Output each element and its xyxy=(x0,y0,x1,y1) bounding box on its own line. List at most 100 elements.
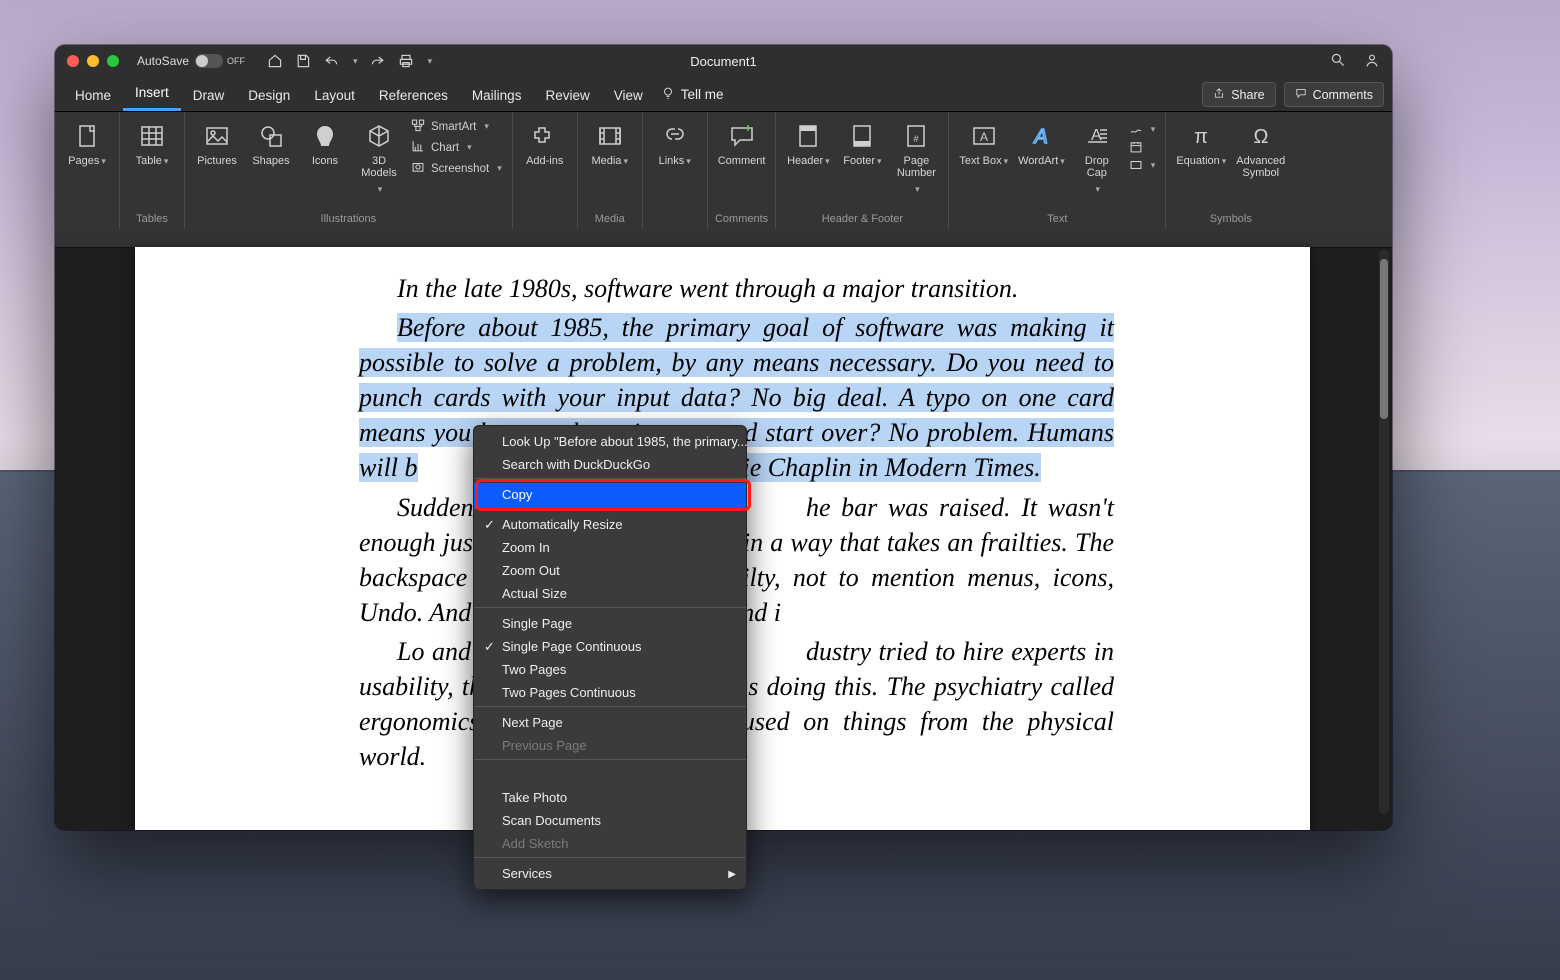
header-button[interactable]: Header▾ xyxy=(786,118,830,167)
menu-add-sketch: Add Sketch xyxy=(474,832,746,858)
menu-zoom-in[interactable]: Zoom In xyxy=(474,536,746,559)
undo-dropdown[interactable]: ▾ xyxy=(353,56,358,67)
tab-home[interactable]: Home xyxy=(63,82,123,111)
pictures-button[interactable]: Pictures xyxy=(195,118,239,167)
menu-single-page[interactable]: Single Page xyxy=(474,612,746,635)
menu-zoom-out[interactable]: Zoom Out xyxy=(474,559,746,582)
menu-scan-documents[interactable]: Scan Documents xyxy=(474,809,746,832)
tell-me-label: Tell me xyxy=(681,87,724,102)
advsymbol-button[interactable]: Ω Advanced Symbol xyxy=(1236,118,1285,179)
menu-single-page-continuous[interactable]: Single Page Continuous xyxy=(474,635,746,658)
smartart-button[interactable]: SmartArt▾ xyxy=(411,118,502,135)
group-tables: Table▾ Tables xyxy=(120,112,185,230)
svg-text:π: π xyxy=(1194,126,1208,148)
tab-view[interactable]: View xyxy=(602,82,655,111)
close-window-button[interactable] xyxy=(67,55,79,67)
menu-search-ddg[interactable]: Search with DuckDuckGo xyxy=(474,453,746,479)
menu-copy[interactable]: Copy xyxy=(474,483,746,509)
menu-device-header xyxy=(474,764,746,786)
pagenumber-icon: # xyxy=(902,122,930,150)
horizontal-ruler[interactable] xyxy=(55,229,1392,248)
ribbon-insert: Pages▾ Table▾ Tables Pictures xyxy=(55,112,1392,230)
tab-insert[interactable]: Insert xyxy=(123,79,181,111)
textbox-label: Text Box xyxy=(959,155,1001,167)
object-button[interactable]: ▾ xyxy=(1129,158,1156,172)
menu-take-photo[interactable]: Take Photo xyxy=(474,786,746,809)
redo-icon[interactable] xyxy=(370,53,386,69)
group-text-label: Text xyxy=(949,213,1165,228)
tell-me[interactable]: Tell me xyxy=(661,86,724,111)
tab-draw[interactable]: Draw xyxy=(181,82,237,111)
menu-previous-page: Previous Page xyxy=(474,734,746,760)
vertical-scrollbar[interactable] xyxy=(1379,249,1389,814)
tab-review[interactable]: Review xyxy=(533,82,601,111)
shapes-button[interactable]: Shapes xyxy=(249,118,293,167)
share-button[interactable]: Share xyxy=(1202,82,1275,107)
footer-button[interactable]: Footer▾ xyxy=(840,118,884,167)
screenshot-button[interactable]: Screenshot▾ xyxy=(411,160,502,177)
equation-button[interactable]: π Equation▾ xyxy=(1176,118,1226,167)
chart-label: Chart xyxy=(431,142,459,154)
comment-icon xyxy=(1295,87,1307,102)
autosave-control[interactable]: AutoSave OFF xyxy=(137,54,245,68)
comments-button[interactable]: Comments xyxy=(1284,82,1384,107)
icons-label: Icons xyxy=(312,155,338,167)
media-icon xyxy=(596,122,624,150)
save-icon[interactable] xyxy=(295,53,311,69)
icons-icon xyxy=(311,122,339,150)
wordart-button[interactable]: A WordArt▾ xyxy=(1018,118,1065,167)
group-illustrations-label: Illustrations xyxy=(185,213,512,228)
minimize-window-button[interactable] xyxy=(87,55,99,67)
tab-references[interactable]: References xyxy=(367,82,460,111)
icons-button[interactable]: Icons xyxy=(303,118,347,167)
menu-auto-resize[interactable]: Automatically Resize xyxy=(474,513,746,536)
zoom-window-button[interactable] xyxy=(107,55,119,67)
date-time-button[interactable] xyxy=(1129,140,1156,154)
print-icon[interactable] xyxy=(398,53,414,69)
tab-mailings[interactable]: Mailings xyxy=(460,82,534,111)
group-media: Media▾ Media xyxy=(578,112,643,230)
table-button[interactable]: Table▾ xyxy=(130,118,174,167)
signature-line-button[interactable]: ▾ xyxy=(1129,122,1156,136)
new-comment-icon xyxy=(728,122,756,150)
text-small: ▾ ▾ xyxy=(1129,122,1156,172)
media-button[interactable]: Media▾ xyxy=(588,118,632,167)
window-controls xyxy=(67,55,119,67)
addins-icon xyxy=(531,122,559,150)
links-button[interactable]: Links▾ xyxy=(653,118,697,167)
pages-label: Pages xyxy=(68,155,99,167)
undo-icon[interactable] xyxy=(323,53,339,69)
qat-customize[interactable]: ▾ xyxy=(428,56,433,67)
chart-button[interactable]: Chart▾ xyxy=(411,139,502,156)
pictures-icon xyxy=(203,122,231,150)
menu-lookup[interactable]: Look Up "Before about 1985, the primary.… xyxy=(474,430,746,453)
scrollbar-thumb[interactable] xyxy=(1380,259,1388,419)
textbox-button[interactable]: A Text Box▾ xyxy=(959,118,1008,167)
autosave-toggle[interactable] xyxy=(195,54,223,68)
menu-actual-size[interactable]: Actual Size xyxy=(474,582,746,608)
menu-next-page[interactable]: Next Page xyxy=(474,711,746,734)
tab-design[interactable]: Design xyxy=(236,82,302,111)
group-comments: Comment Comments xyxy=(708,112,777,230)
dropcap-icon: A xyxy=(1083,122,1111,150)
models3d-label: 3D Models xyxy=(361,155,396,179)
pages-button[interactable]: Pages▾ xyxy=(65,118,109,167)
dropcap-button[interactable]: A Drop Cap▾ xyxy=(1075,118,1119,195)
pagenumber-button[interactable]: # Page Number▾ xyxy=(894,118,938,195)
addins-button[interactable]: Add-ins xyxy=(523,118,567,167)
menu-services[interactable]: Services xyxy=(474,862,746,885)
account-icon[interactable] xyxy=(1364,52,1380,71)
home-icon[interactable] xyxy=(267,53,283,69)
links-label: Links xyxy=(659,155,685,167)
comment-button[interactable]: Comment xyxy=(718,118,766,167)
models3d-button[interactable]: 3D Models▾ xyxy=(357,118,401,195)
smartart-label: SmartArt xyxy=(431,121,476,133)
svg-text:Ω: Ω xyxy=(1253,126,1268,148)
footer-label: Footer xyxy=(843,155,875,167)
tab-layout[interactable]: Layout xyxy=(302,82,367,111)
menu-two-pages-continuous[interactable]: Two Pages Continuous xyxy=(474,681,746,707)
menu-two-pages[interactable]: Two Pages xyxy=(474,658,746,681)
search-icon[interactable] xyxy=(1330,52,1346,71)
table-label: Table xyxy=(136,155,162,167)
illustrations-small: SmartArt▾ Chart▾ Screenshot▾ xyxy=(411,118,502,177)
